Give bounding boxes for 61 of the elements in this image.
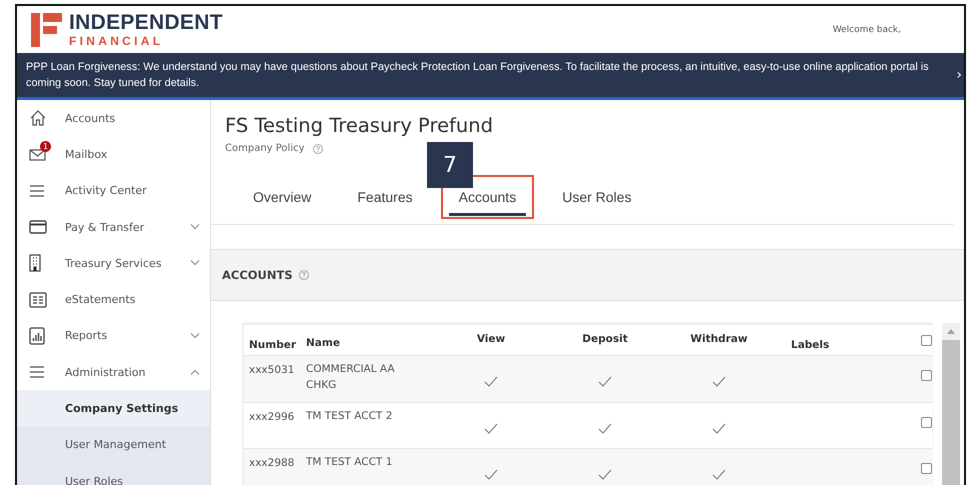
logo-icon (31, 12, 62, 46)
card-icon (29, 220, 47, 234)
row-checkbox[interactable] (920, 463, 932, 474)
row-checkbox[interactable] (920, 416, 932, 428)
step-callout: 7 (427, 142, 473, 188)
column-header: Number (248, 339, 298, 351)
nav-item[interactable]: Pay & Transfer (17, 208, 210, 246)
building-icon (29, 254, 41, 272)
nav-label: Accounts (65, 112, 116, 125)
nav-item[interactable]: Activity Center (17, 172, 210, 209)
table-cell-text: xxx5031 (248, 363, 296, 376)
welcome-text: Welcome back, (832, 24, 901, 34)
nav-label: Pay & Transfer (65, 220, 146, 234)
tab[interactable]: Accounts (448, 182, 526, 216)
sub-nav-item[interactable]: User Roles (17, 462, 210, 485)
nav-item[interactable]: Reports (17, 318, 210, 354)
column-header: View (476, 333, 506, 345)
announcement-text: PPP Loan Forgiveness: We understand you may have questions about Paycheck Protection Loan Forgiveness. To facilitate the process, an intuitive, easy-to-use online application portal is coming soon. Stay tuned for details. (26, 60, 930, 91)
nav-item[interactable]: 1 Mailbox (17, 136, 210, 173)
statement-icon (29, 292, 47, 308)
tab[interactable]: Features (347, 182, 423, 216)
nav-item[interactable]: Administration (17, 354, 210, 390)
column-header: Deposit (581, 333, 629, 345)
nav-label: Reports (65, 329, 108, 342)
help-icon[interactable] (312, 144, 323, 154)
home-icon (29, 109, 47, 128)
table-cell-text: TM TEST ACCT 1 (305, 455, 394, 470)
row-checkbox[interactable] (920, 370, 932, 381)
tab[interactable]: Overview (243, 182, 322, 216)
scrollbar[interactable] (942, 323, 960, 485)
column-header: Withdraw (689, 333, 749, 345)
menu-icon (29, 365, 45, 380)
nav-item[interactable]: Accounts (17, 100, 210, 136)
nav-label: eStatements (65, 293, 136, 306)
nav-label: Treasury Services (65, 256, 163, 270)
notification-badge: 1 (40, 141, 51, 152)
bar-chart-icon (29, 326, 45, 345)
brand-subname: FINANCIAL (69, 35, 164, 47)
help-icon[interactable] (298, 270, 309, 280)
column-header: Name (305, 336, 341, 351)
brand-name: INDEPENDENT (69, 12, 223, 33)
column-header: Labels (790, 339, 830, 351)
nav-item[interactable]: Treasury Services (17, 245, 210, 282)
nav-label: Mailbox (65, 148, 108, 161)
table-cell-text: COMMERCIAL AA CHKG (305, 362, 396, 393)
table-cell-text: xxx2988 (248, 456, 296, 469)
sub-nav-item[interactable]: User Management (17, 426, 210, 463)
scroll-up-icon[interactable] (947, 329, 955, 334)
section-title: ACCOUNTS (222, 268, 293, 282)
menu-icon (29, 184, 45, 198)
select-all-checkbox[interactable] (920, 335, 932, 346)
page-title: FS Testing Treasury Prefund (225, 113, 494, 139)
nav-label: Activity Center (65, 184, 148, 198)
table-cell-text: xxx2996 (248, 410, 296, 422)
next-arrow[interactable]: › (936, 67, 964, 83)
nav-label: Administration (65, 366, 146, 379)
nav-item[interactable]: eStatements (17, 281, 210, 318)
sub-nav-item[interactable]: Company Settings (17, 390, 210, 427)
tab[interactable]: User Roles (552, 182, 642, 216)
table-cell-text: TM TEST ACCT 2 (305, 408, 394, 424)
page-subtitle: Company Policy (225, 143, 305, 154)
